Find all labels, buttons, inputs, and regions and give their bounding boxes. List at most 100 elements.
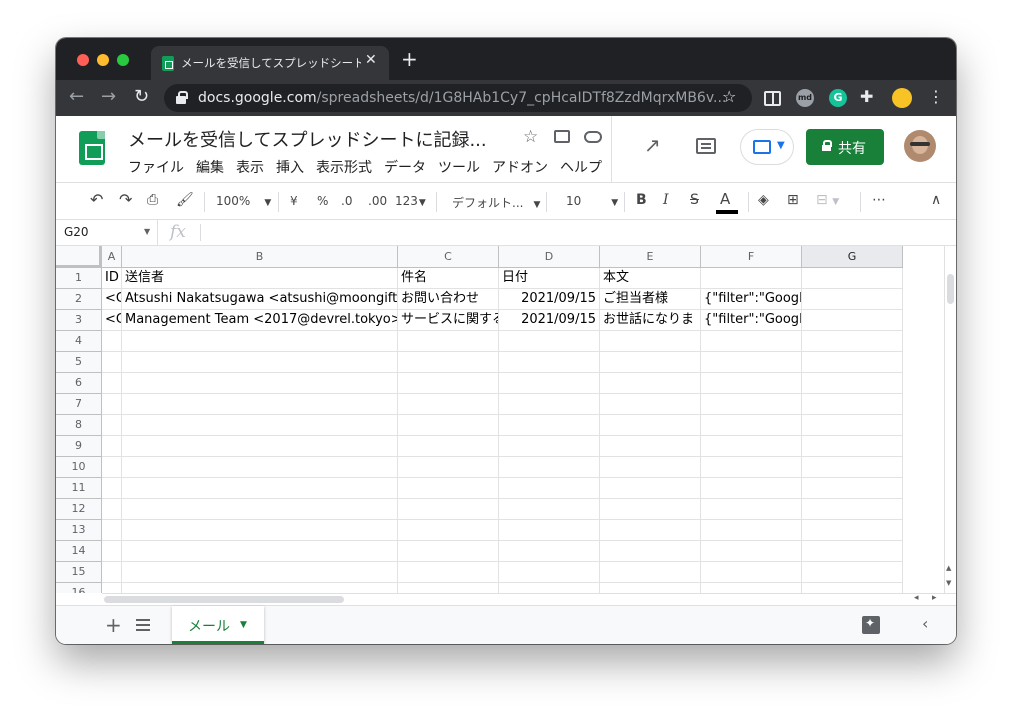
scroll-down-arrow-icon[interactable]: ▼ bbox=[946, 579, 951, 587]
horizontal-scrollbar[interactable]: ◂ ▸ bbox=[102, 593, 956, 605]
column-header-e[interactable]: E bbox=[600, 246, 701, 268]
row-header-1[interactable]: 1 bbox=[56, 268, 102, 289]
cell-g10[interactable] bbox=[802, 457, 903, 478]
cell-a7[interactable] bbox=[102, 394, 122, 415]
star-document-icon[interactable]: ☆ bbox=[523, 127, 538, 147]
cell-f1[interactable] bbox=[701, 268, 802, 289]
menu-help[interactable]: ヘルプ bbox=[560, 157, 602, 177]
cell-c3[interactable]: サービスに関する bbox=[398, 310, 499, 331]
bookmark-star-icon[interactable]: ☆ bbox=[722, 87, 736, 106]
merge-cells-icon[interactable]: ⊟ ▼ bbox=[816, 192, 839, 208]
cell-f11[interactable] bbox=[701, 478, 802, 499]
menu-tools[interactable]: ツール bbox=[438, 157, 480, 177]
cell-c15[interactable] bbox=[398, 562, 499, 583]
cell-c16[interactable] bbox=[398, 583, 499, 593]
row-header-3[interactable]: 3 bbox=[56, 310, 102, 331]
cell-f10[interactable] bbox=[701, 457, 802, 478]
font-select[interactable]: デフォルト... ▼ bbox=[452, 194, 540, 211]
cell-e2[interactable]: ご担当者様 bbox=[600, 289, 701, 310]
cell-g15[interactable] bbox=[802, 562, 903, 583]
cell-g6[interactable] bbox=[802, 373, 903, 394]
cell-a14[interactable] bbox=[102, 541, 122, 562]
cell-c13[interactable] bbox=[398, 520, 499, 541]
grammarly-extension-icon[interactable]: G bbox=[829, 89, 847, 107]
font-size-select[interactable]: 10 ▼ bbox=[566, 194, 618, 208]
cell-e9[interactable] bbox=[600, 436, 701, 457]
cell-f15[interactable] bbox=[701, 562, 802, 583]
cell-g12[interactable] bbox=[802, 499, 903, 520]
cell-d1[interactable]: 日付 bbox=[499, 268, 600, 289]
cell-f9[interactable] bbox=[701, 436, 802, 457]
cell-a16[interactable] bbox=[102, 583, 122, 593]
cell-e14[interactable] bbox=[600, 541, 701, 562]
cell-d5[interactable] bbox=[499, 352, 600, 373]
cell-f13[interactable] bbox=[701, 520, 802, 541]
undo-icon[interactable]: ↶ bbox=[90, 190, 103, 209]
cell-e16[interactable] bbox=[600, 583, 701, 593]
cell-g16[interactable] bbox=[802, 583, 903, 593]
address-bar[interactable]: docs.google.com/spreadsheets/d/1G8HAb1Cy… bbox=[164, 84, 752, 112]
row-header-4[interactable]: 4 bbox=[56, 331, 102, 352]
menu-insert[interactable]: 挿入 bbox=[276, 157, 304, 177]
cell-c10[interactable] bbox=[398, 457, 499, 478]
menu-edit[interactable]: 編集 bbox=[196, 157, 224, 177]
cell-a10[interactable] bbox=[102, 457, 122, 478]
print-icon[interactable]: ⎙ bbox=[147, 192, 158, 208]
cell-g9[interactable] bbox=[802, 436, 903, 457]
menu-data[interactable]: データ bbox=[384, 157, 426, 177]
cell-a1[interactable]: ID bbox=[102, 268, 122, 289]
browser-tab-active[interactable]: メールを受信してスプレッドシート ✕ bbox=[151, 46, 389, 80]
cell-b11[interactable] bbox=[122, 478, 398, 499]
cell-e11[interactable] bbox=[600, 478, 701, 499]
column-header-a[interactable]: A bbox=[102, 246, 122, 268]
cell-b14[interactable] bbox=[122, 541, 398, 562]
cell-d6[interactable] bbox=[499, 373, 600, 394]
cell-b6[interactable] bbox=[122, 373, 398, 394]
zoom-select[interactable]: 100% ▼ bbox=[216, 194, 271, 208]
menu-addons[interactable]: アドオン bbox=[492, 157, 548, 177]
cell-d4[interactable] bbox=[499, 331, 600, 352]
back-arrow-icon[interactable]: ← bbox=[69, 86, 84, 107]
cell-d9[interactable] bbox=[499, 436, 600, 457]
close-window-button[interactable] bbox=[77, 54, 89, 66]
row-header-14[interactable]: 14 bbox=[56, 541, 102, 562]
cell-a4[interactable] bbox=[102, 331, 122, 352]
cell-f2[interactable]: {"filter":"Googleシート記録用","headers": bbox=[701, 289, 802, 310]
maximize-window-button[interactable] bbox=[117, 54, 129, 66]
cell-f5[interactable] bbox=[701, 352, 802, 373]
cell-f12[interactable] bbox=[701, 499, 802, 520]
move-folder-icon[interactable] bbox=[554, 130, 570, 143]
cell-e10[interactable] bbox=[600, 457, 701, 478]
cell-a12[interactable] bbox=[102, 499, 122, 520]
profile-avatar-icon[interactable] bbox=[892, 88, 912, 108]
percent-format-button[interactable]: % bbox=[317, 194, 328, 208]
cell-c4[interactable] bbox=[398, 331, 499, 352]
cell-b13[interactable] bbox=[122, 520, 398, 541]
cell-b16[interactable] bbox=[122, 583, 398, 593]
cell-a9[interactable] bbox=[102, 436, 122, 457]
cell-d15[interactable] bbox=[499, 562, 600, 583]
cell-c11[interactable] bbox=[398, 478, 499, 499]
split-view-icon[interactable] bbox=[764, 91, 781, 106]
cell-g11[interactable] bbox=[802, 478, 903, 499]
cell-b2[interactable]: Atsushi Nakatsugawa <atsushi@moongift.jp… bbox=[122, 289, 398, 310]
column-header-b[interactable]: B bbox=[122, 246, 398, 268]
horizontal-scroll-thumb[interactable] bbox=[104, 596, 344, 603]
cell-d2[interactable]: 2021/09/15 bbox=[499, 289, 600, 310]
row-header-11[interactable]: 11 bbox=[56, 478, 102, 499]
cell-a5[interactable] bbox=[102, 352, 122, 373]
activity-trend-icon[interactable]: ↗ bbox=[644, 133, 661, 157]
cell-e3[interactable]: お世話になりま bbox=[600, 310, 701, 331]
cell-f8[interactable] bbox=[701, 415, 802, 436]
explore-icon[interactable] bbox=[862, 616, 880, 634]
row-header-16[interactable]: 16 bbox=[56, 583, 102, 593]
present-button[interactable]: ▼ bbox=[740, 129, 794, 165]
row-header-15[interactable]: 15 bbox=[56, 562, 102, 583]
text-color-button[interactable]: A bbox=[720, 190, 730, 208]
sheet-tab-mail[interactable]: メール ▼ bbox=[172, 606, 264, 644]
cell-d16[interactable] bbox=[499, 583, 600, 593]
cell-c1[interactable]: 件名 bbox=[398, 268, 499, 289]
strikethrough-button[interactable]: S bbox=[690, 192, 699, 208]
cell-b8[interactable] bbox=[122, 415, 398, 436]
column-header-f[interactable]: F bbox=[701, 246, 802, 268]
